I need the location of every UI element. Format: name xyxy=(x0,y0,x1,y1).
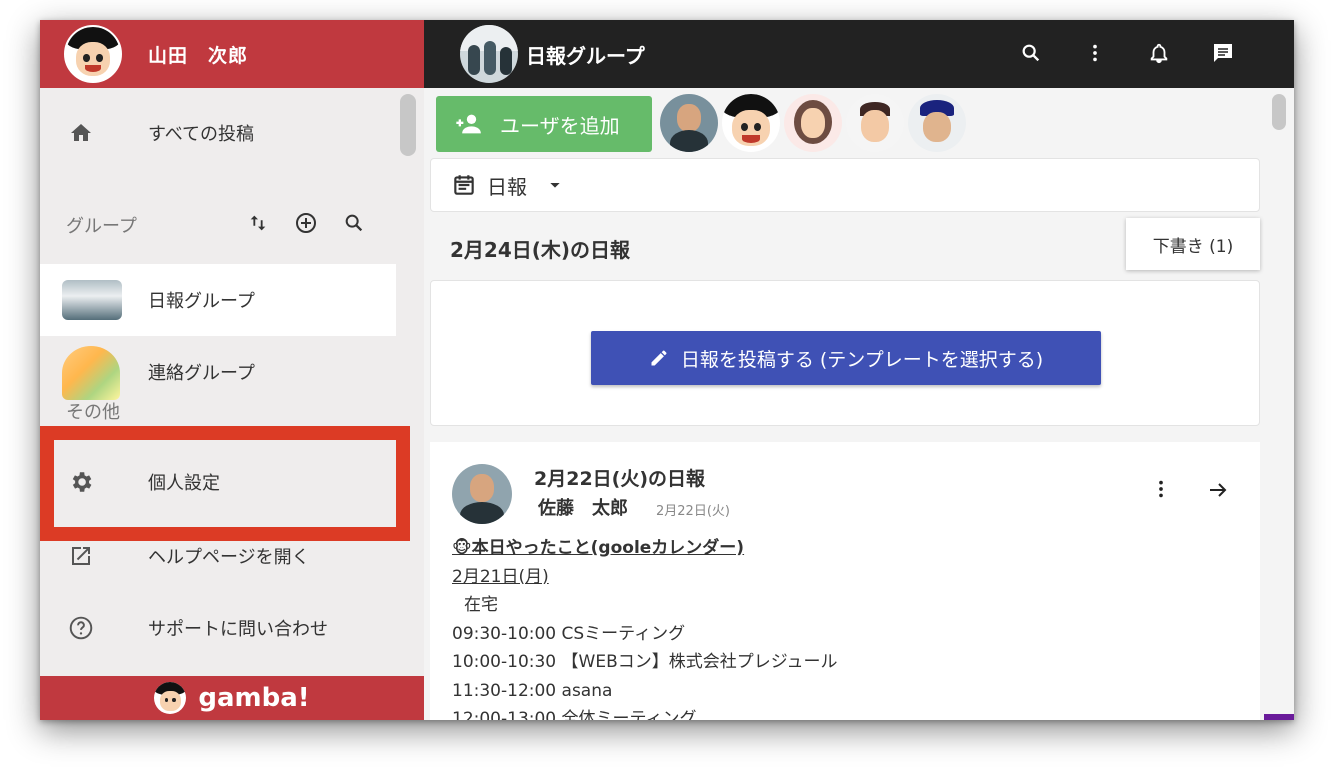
topbar: 日報グループ xyxy=(424,20,1294,88)
report-line: 11:30-12:00 asana xyxy=(452,680,613,701)
report-line: 12:00-13:00 全体ミーティング xyxy=(452,709,697,720)
gamba-mascot-icon xyxy=(154,682,187,714)
sidebar-footer: gamba! xyxy=(40,676,424,720)
topbar-actions xyxy=(1018,40,1236,66)
group-label: 日報グループ xyxy=(148,291,255,312)
author-avatar[interactable] xyxy=(452,464,512,524)
report-author: 佐藤 太郎 xyxy=(538,498,628,519)
chevron-down-icon xyxy=(547,177,563,193)
report-body: 🐵本日やったこと(gooleカレンダー) 2月21日(月) 在宅 09:30-1… xyxy=(452,534,838,720)
report-title: 2月22日(火)の日報 xyxy=(534,468,706,490)
group-tools xyxy=(245,210,367,236)
group-avatar[interactable] xyxy=(460,25,518,83)
bell-icon[interactable] xyxy=(1146,40,1172,66)
user-name: 山田 次郎 xyxy=(148,44,249,67)
member-avatar[interactable] xyxy=(660,94,718,152)
date-heading: 2月24日(木)の日報 xyxy=(450,238,631,262)
add-user-label: ユーザを追加 xyxy=(500,113,620,138)
report-line: 2月21日(月) xyxy=(452,566,549,587)
person-add-icon xyxy=(454,110,482,138)
sidebar-item-group-0[interactable]: 日報グループ xyxy=(40,264,396,336)
main-content: ユーザを追加 日報 2月24日(木)の日報 下書き (1) 日報を投稿する (テ… xyxy=(424,88,1274,720)
add-circle-icon[interactable] xyxy=(293,210,319,236)
decorative-strip xyxy=(1264,714,1294,720)
member-avatar[interactable] xyxy=(908,94,966,152)
report-card[interactable]: 2月22日(火)の日報 佐藤 太郎 2月22日(火) 🐵本日やったこと(gool… xyxy=(430,442,1260,720)
search-icon[interactable] xyxy=(341,210,367,236)
gamba-logo-text: gamba! xyxy=(198,683,310,713)
sidebar-group-list: すべての投稿 グループ 日報グループ 連絡グループ xyxy=(40,88,396,400)
nav-all-posts-label: すべての投稿 xyxy=(148,124,255,145)
sidebar-scrollbar[interactable] xyxy=(400,94,416,156)
sidebar: 山田 次郎 すべての投稿 グループ 日報グループ 連絡グループ その他 個人設定… xyxy=(40,20,424,720)
other-section-label: その他 xyxy=(66,402,120,423)
highlight-annotation xyxy=(40,426,410,541)
calendar-icon xyxy=(451,172,477,198)
report-type-select[interactable]: 日報 xyxy=(430,158,1260,212)
help-circle-icon xyxy=(66,613,96,643)
main-panel: 日報グループ ユーザを追加 日報 2月24日(木)の日報 下書き (1) 日報を… xyxy=(424,20,1294,720)
group-thumbnail xyxy=(62,346,120,400)
nav-all-posts[interactable]: すべての投稿 xyxy=(40,118,396,148)
add-user-button[interactable]: ユーザを追加 xyxy=(436,96,652,152)
report-line: 09:30-10:00 CSミーティング xyxy=(452,623,686,644)
sort-icon[interactable] xyxy=(245,210,271,236)
groups-section-label: グループ xyxy=(66,216,137,237)
open-in-new-icon xyxy=(66,541,96,571)
sidebar-header: 山田 次郎 xyxy=(40,20,424,88)
nav-contact-support[interactable]: サポートに問い合わせ xyxy=(40,606,396,650)
pencil-icon xyxy=(649,348,669,368)
member-list xyxy=(660,94,966,152)
member-avatar[interactable] xyxy=(846,94,904,152)
report-actions xyxy=(1150,478,1230,502)
search-icon[interactable] xyxy=(1018,40,1044,66)
report-line: 在宅 xyxy=(464,595,498,615)
more-vert-icon[interactable] xyxy=(1082,40,1108,66)
gamba-logo[interactable]: gamba! xyxy=(154,682,310,714)
user-avatar[interactable] xyxy=(64,25,122,83)
main-scrollbar[interactable] xyxy=(1272,94,1286,130)
drafts-button[interactable]: 下書き (1) xyxy=(1126,218,1260,270)
group-thumbnail xyxy=(62,280,122,320)
more-vert-icon[interactable] xyxy=(1150,478,1172,502)
nav-contact-support-label: サポートに問い合わせ xyxy=(148,619,328,640)
report-line: 🐵本日やったこと(gooleカレンダー) xyxy=(452,538,745,558)
arrow-right-icon[interactable] xyxy=(1206,478,1230,502)
nav-open-help[interactable]: ヘルプページを開く xyxy=(40,534,396,578)
nav-open-help-label: ヘルプページを開く xyxy=(148,547,310,568)
home-icon xyxy=(66,118,96,148)
app-window: 山田 次郎 すべての投稿 グループ 日報グループ 連絡グループ その他 個人設定… xyxy=(40,20,1294,720)
post-card: 日報を投稿する (テンプレートを選択する) xyxy=(430,280,1260,426)
report-date: 2月22日(火) xyxy=(656,504,730,519)
report-line: 10:00-10:30 【WEBコン】株式会社プレジュール xyxy=(452,652,838,672)
group-label: 連絡グループ xyxy=(148,363,255,384)
message-icon[interactable] xyxy=(1210,40,1236,66)
report-type-value: 日報 xyxy=(487,174,527,199)
post-report-label: 日報を投稿する (テンプレートを選択する) xyxy=(680,348,1044,371)
member-avatar[interactable] xyxy=(722,94,780,152)
member-avatar[interactable] xyxy=(784,94,842,152)
group-title: 日報グループ xyxy=(526,43,645,68)
post-report-button[interactable]: 日報を投稿する (テンプレートを選択する) xyxy=(591,331,1101,385)
